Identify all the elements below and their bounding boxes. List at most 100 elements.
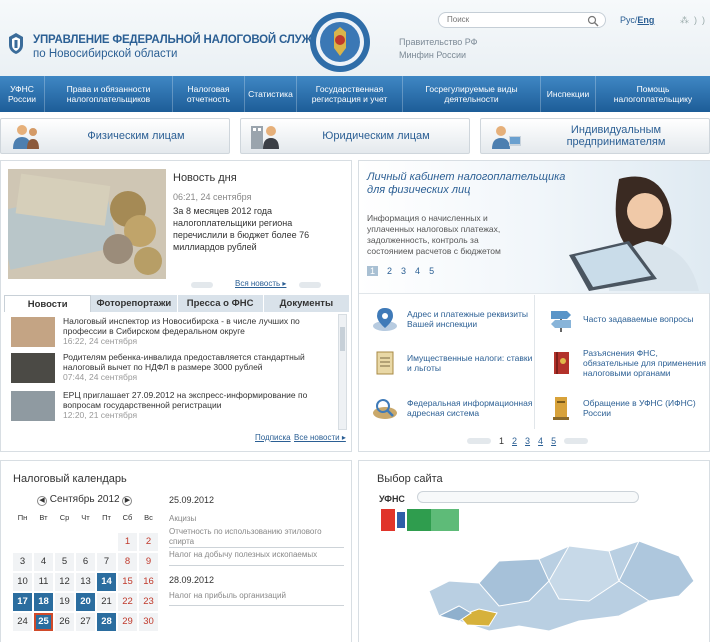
calendar-day[interactable]: 3 <box>13 553 32 571</box>
calendar-day[interactable]: 19 <box>55 593 74 611</box>
tab-documents[interactable]: Документы <box>264 295 350 312</box>
calendar-day[interactable]: 22 <box>118 593 137 611</box>
nav-item-rights[interactable]: Права и обязанности налогоплательщиков <box>45 76 173 112</box>
prev-bar[interactable] <box>191 282 213 288</box>
calendar-day[interactable]: 26 <box>55 613 74 631</box>
cabinet-title[interactable]: Личный кабинет налогоплательщика для физ… <box>367 171 577 197</box>
minfin-link[interactable]: Минфин России <box>399 50 466 60</box>
next-bar[interactable] <box>564 438 589 444</box>
calendar-day[interactable]: 4 <box>34 553 53 571</box>
service-appeal-link[interactable]: Обращение в УФНС (ИФНС) России <box>535 386 710 430</box>
service-address-link[interactable]: Адрес и платежные реквизиты Вашей инспек… <box>359 297 534 341</box>
category-legal-button[interactable]: Юридическим лицам <box>240 118 470 154</box>
news-thumbnail[interactable] <box>11 391 55 421</box>
news-photo[interactable] <box>8 169 166 279</box>
event-item[interactable]: Налог на добычу полезных ископаемых <box>169 550 344 560</box>
region-select[interactable] <box>417 491 639 503</box>
service-faq-link[interactable]: Часто задаваемые вопросы <box>535 297 710 341</box>
next-bar[interactable] <box>299 282 321 288</box>
calendar-day[interactable]: 24 <box>13 613 32 631</box>
page-4[interactable]: 4 <box>415 266 420 276</box>
calendar-day-deadline[interactable]: 20 <box>76 593 95 611</box>
all-news-link[interactable]: Вся новость ▸ <box>235 279 286 288</box>
tab-press[interactable]: Пресса о ФНС <box>178 295 264 312</box>
calendar-day[interactable]: 21 <box>97 593 116 611</box>
service-fias-link[interactable]: Федеральная информационная адресная сист… <box>359 386 534 430</box>
nav-item-inspections[interactable]: Инспекции <box>541 76 596 112</box>
calendar-day[interactable]: 11 <box>34 573 53 591</box>
prev-month-icon[interactable]: ◀ <box>37 496 47 506</box>
calendar-day[interactable]: 29 <box>118 613 137 631</box>
calendar-day[interactable]: 9 <box>139 553 158 571</box>
page-1[interactable]: 1 <box>367 266 379 276</box>
service-clarifications-link[interactable]: Разъяснения ФНС, обязательные для примен… <box>535 341 710 385</box>
header-icons[interactable]: ⁂)) <box>680 15 710 26</box>
calendar-day[interactable]: 10 <box>13 573 32 591</box>
calendar-day[interactable]: 15 <box>118 573 137 591</box>
page-5[interactable]: 5 <box>551 436 556 446</box>
org-title[interactable]: УПРАВЛЕНИЕ ФЕДЕРАЛЬНОЙ НАЛОГОВОЙ СЛУЖБЫ <box>33 34 331 46</box>
calendar-day[interactable]: 23 <box>139 593 158 611</box>
tab-photo-reports[interactable]: Фоторепортажи <box>91 295 178 312</box>
nav-item-ufns[interactable]: УФНС России <box>0 76 45 112</box>
calendar-day[interactable]: 8 <box>118 553 137 571</box>
all-news-footer-link[interactable]: Все новости ▸ <box>294 433 346 442</box>
news-title[interactable]: Родителям ребенка-инвалида предоставляет… <box>63 352 338 372</box>
page-5[interactable]: 5 <box>429 266 434 276</box>
calendar-day[interactable]: 7 <box>97 553 116 571</box>
lang-ru[interactable]: Рус/ <box>620 15 637 25</box>
nav-item-reporting[interactable]: Налоговая отчетность <box>173 76 245 112</box>
event-item[interactable]: Налог на прибыль организаций <box>169 591 344 601</box>
scroll-thumb[interactable] <box>340 327 345 351</box>
news-title[interactable]: ЕРЦ приглашает 27.09.2012 на экспресс-ин… <box>63 390 338 410</box>
search-input[interactable] <box>447 15 587 24</box>
search-box[interactable] <box>438 12 606 28</box>
tab-news[interactable]: Новости <box>4 295 92 312</box>
nav-item-help[interactable]: Помощь налогоплательщику <box>596 76 710 112</box>
calendar-day[interactable]: 13 <box>76 573 95 591</box>
news-day-text[interactable]: За 8 месяцев 2012 года налогоплательщики… <box>173 205 343 253</box>
category-entrepreneurs-button[interactable]: Индивидуальным предпринимателям <box>480 118 710 154</box>
lang-en[interactable]: Eng <box>637 15 654 25</box>
calendar-day[interactable]: 12 <box>55 573 74 591</box>
list-item[interactable]: Налоговый инспектор из Новосибирска - в … <box>9 315 339 349</box>
calendar-day-deadline[interactable]: 14 <box>97 573 116 591</box>
event-item[interactable]: Отчетность по использованию этилового сп… <box>169 527 344 547</box>
gov-link[interactable]: Правительство РФ <box>399 37 478 47</box>
rss-icon[interactable]: )) <box>694 15 710 25</box>
nav-item-regulated[interactable]: Госрегулируемые виды деятельности <box>403 76 541 112</box>
news-thumbnail[interactable] <box>11 317 55 347</box>
next-month-icon[interactable]: ▶ <box>122 496 133 506</box>
calendar-day-selected[interactable]: 25 <box>34 613 53 631</box>
page-3[interactable]: 3 <box>525 436 530 446</box>
page-3[interactable]: 3 <box>401 266 406 276</box>
nav-item-statistics[interactable]: Статистика <box>245 76 297 112</box>
category-individuals-button[interactable]: Физическим лицам <box>0 118 230 154</box>
nav-item-registration[interactable]: Государственная регистрация и учет <box>297 76 403 112</box>
language-switch[interactable]: Рус/Eng <box>620 15 654 25</box>
calendar-day[interactable]: 27 <box>76 613 95 631</box>
sitemap-icon[interactable]: ⁂ <box>680 15 694 25</box>
calendar-day[interactable]: 1 <box>118 533 137 551</box>
list-item[interactable]: Родителям ребенка-инвалида предоставляет… <box>9 351 339 385</box>
calendar-day[interactable]: 6 <box>76 553 95 571</box>
page-2[interactable]: 2 <box>512 436 517 446</box>
service-property-tax-link[interactable]: Имущественные налоги: ставки и льготы <box>359 341 534 385</box>
calendar-day[interactable]: 16 <box>139 573 158 591</box>
calendar-day[interactable]: 2 <box>139 533 158 551</box>
calendar-day[interactable]: 30 <box>139 613 158 631</box>
news-scrollbar[interactable] <box>338 314 347 430</box>
news-thumbnail[interactable] <box>11 353 55 383</box>
calendar-day[interactable]: 5 <box>55 553 74 571</box>
search-icon[interactable] <box>587 15 599 27</box>
calendar-day-deadline[interactable]: 28 <box>97 613 116 631</box>
org-subtitle[interactable]: по Новосибирской области <box>33 48 177 60</box>
calendar-day-deadline[interactable]: 17 <box>13 593 32 611</box>
page-4[interactable]: 4 <box>538 436 543 446</box>
calendar-day-deadline[interactable]: 18 <box>34 593 53 611</box>
news-title[interactable]: Налоговый инспектор из Новосибирска - в … <box>63 316 338 336</box>
subscribe-link[interactable]: Подписка <box>255 433 291 442</box>
prev-bar[interactable] <box>467 438 491 444</box>
page-1[interactable]: 1 <box>499 436 504 446</box>
russia-map[interactable] <box>419 521 699 641</box>
